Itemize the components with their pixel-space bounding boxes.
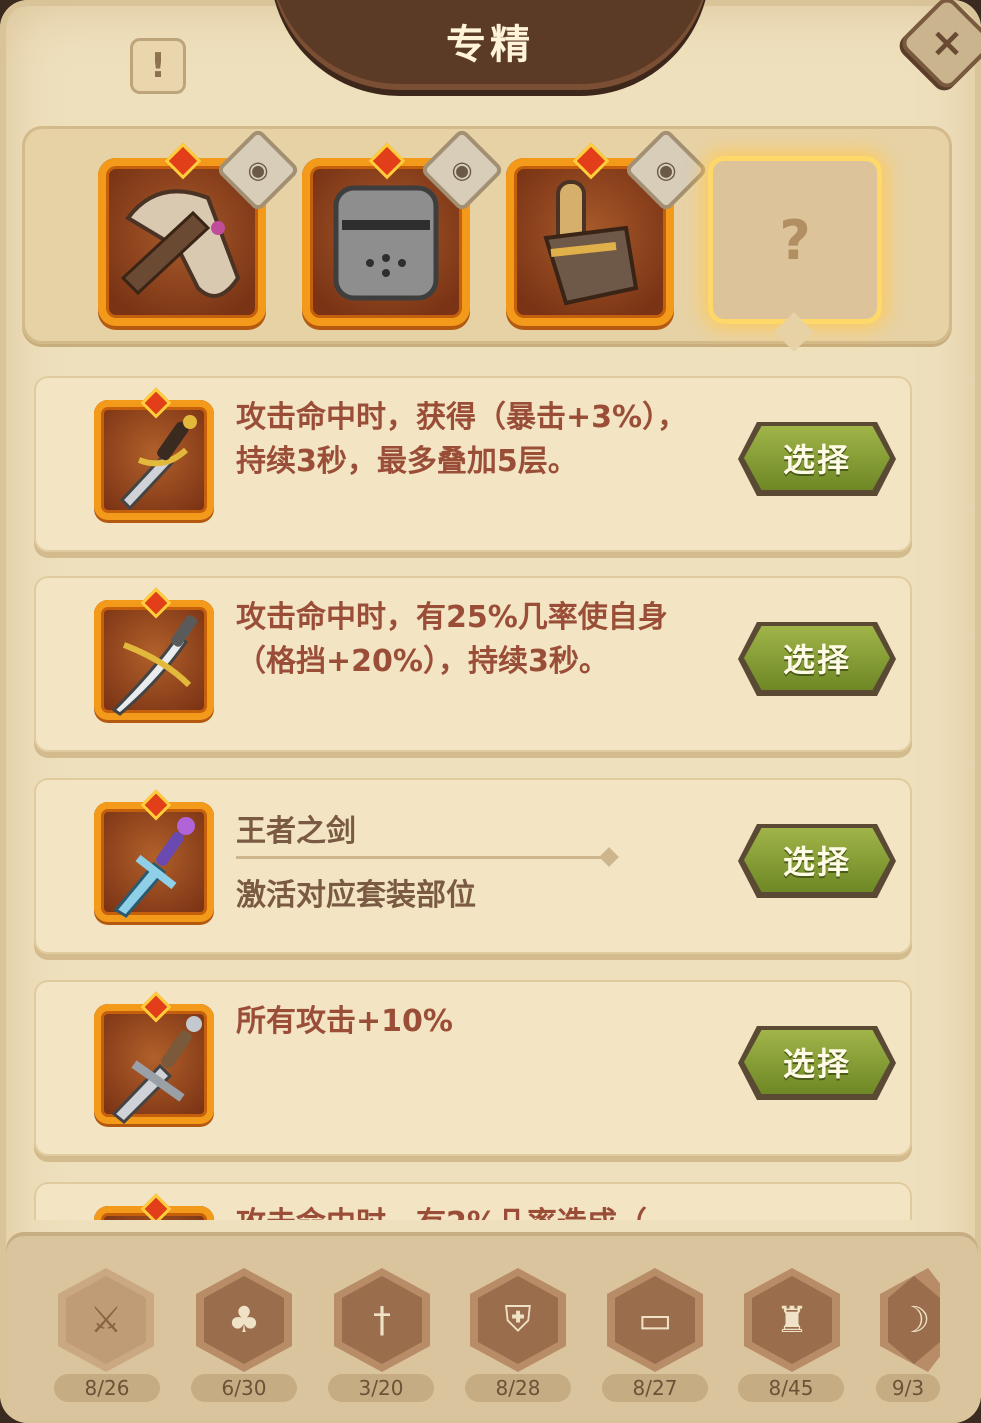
option-card: 所有攻击+10% 选择	[34, 980, 912, 1156]
select-button[interactable]: 选择	[744, 828, 890, 892]
kings-sword-icon	[113, 817, 195, 918]
broadsword-icon	[111, 1016, 202, 1124]
sword-icon: ⚔	[66, 1276, 146, 1364]
tab-count: 8/45	[738, 1374, 844, 1402]
select-button[interactable]: 选择	[744, 626, 890, 690]
option-icon-frame	[94, 991, 214, 1124]
tab-count: 3/20	[328, 1374, 434, 1402]
divider	[236, 856, 606, 859]
tab-count: 8/26	[54, 1374, 160, 1402]
equipped-slot-1[interactable]: ◉	[98, 127, 301, 326]
equipped-slot-2[interactable]: ◉	[302, 127, 505, 326]
book-icon: ▭	[615, 1276, 695, 1364]
option-icon-frame	[94, 1193, 214, 1220]
option-icon-frame	[94, 387, 214, 520]
horned-helm-axe-icon	[120, 189, 241, 298]
armor-icon: ♜	[752, 1276, 832, 1364]
option-card: 攻击命中时，获得（暴击+3%），持续3秒，最多叠加5层。 选择	[34, 376, 912, 552]
option-card: 攻击命中时，有2%几率造成（	[34, 1182, 912, 1220]
knight-helmet-icon	[333, 185, 439, 301]
tab-count: 8/27	[602, 1374, 708, 1402]
option-card: 攻击命中时，有25%几率使自身（格挡+20%），持续3秒。 选择	[34, 576, 912, 752]
select-button[interactable]: 选择	[744, 426, 890, 490]
info-button[interactable]: !	[130, 38, 186, 94]
tab-count: 8/28	[465, 1374, 571, 1402]
club-icon: ♣	[204, 1276, 284, 1364]
option-icon-frame	[94, 587, 214, 720]
close-icon: ×	[930, 20, 964, 66]
question-mark-icon: ?	[779, 208, 811, 272]
option-description: 所有攻击+10%	[236, 1004, 453, 1039]
option-name: 王者之剑	[236, 814, 356, 849]
tab-count: 6/30	[191, 1374, 297, 1402]
bow-icon: ☽	[888, 1276, 940, 1364]
pointing-gauntlet-icon	[543, 180, 639, 306]
option-card: 王者之剑 激活对应套装部位 选择	[34, 778, 912, 954]
dagger-icon: †	[342, 1276, 422, 1364]
option-description: 攻击命中时，获得（暴击+3%），持续3秒，最多叠加5层。	[236, 400, 688, 479]
saber-icon	[111, 615, 198, 716]
option-icon-frame	[94, 789, 214, 922]
option-description: 攻击命中时，有2%几率造成（	[236, 1202, 716, 1220]
shield-icon: ⛨	[478, 1276, 558, 1364]
equipped-slot-3[interactable]: ◉	[506, 127, 709, 326]
select-button[interactable]: 选择	[744, 1030, 890, 1094]
tab-count: 9/3	[876, 1374, 940, 1402]
option-description: 攻击命中时，有25%几率使自身（格挡+20%），持续3秒。	[236, 600, 668, 679]
gem-icon	[140, 1193, 172, 1220]
option-description: 激活对应套装部位	[236, 878, 476, 913]
option-list: 攻击命中时，获得（暴击+3%），持续3秒，最多叠加5层。 选择 攻击命中时，有2…	[0, 370, 981, 1220]
curved-dagger-icon	[119, 415, 197, 511]
page-title: 专精	[446, 22, 534, 68]
empty-slot[interactable]: ?	[708, 156, 882, 324]
